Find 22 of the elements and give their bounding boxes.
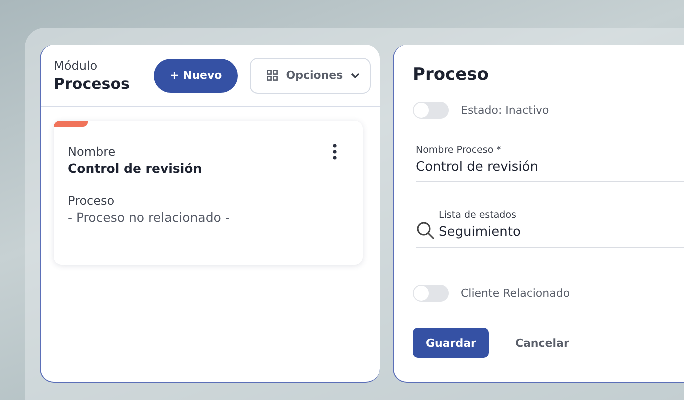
field-label: Nombre [68, 145, 116, 159]
more-vertical-icon[interactable] [333, 144, 337, 160]
search-icon [416, 221, 436, 241]
toggle-label: Cliente Relacionado [461, 286, 570, 300]
chevron-down-icon [351, 72, 360, 78]
options-button[interactable]: Opciones [250, 58, 372, 94]
search-field[interactable]: Lista de estados Seguimiento [416, 210, 684, 248]
module-title: Procesos [54, 74, 130, 92]
name-field[interactable]: Nombre Proceso * Control de revisión [416, 145, 684, 182]
save-button[interactable]: Guardar [413, 328, 490, 358]
module-caption: Módulo [54, 58, 99, 72]
form-title: Proceso [413, 65, 490, 85]
grid-icon [267, 70, 278, 81]
toggle-label: Estado: Inactivo [461, 104, 550, 116]
field-value: - Proceso no relacionado - [68, 210, 230, 225]
field-value: Control de revisión [68, 161, 202, 176]
cancel-button[interactable]: Cancelar [509, 336, 576, 350]
new-button[interactable]: + Nuevo [154, 58, 238, 92]
toggle-switch[interactable] [413, 284, 449, 302]
toggle-switch[interactable] [413, 102, 449, 118]
process-card[interactable]: Nombre Control de revisión Proceso - Proceso no relacionado - [54, 121, 363, 265]
field-label: Proceso [68, 194, 115, 208]
